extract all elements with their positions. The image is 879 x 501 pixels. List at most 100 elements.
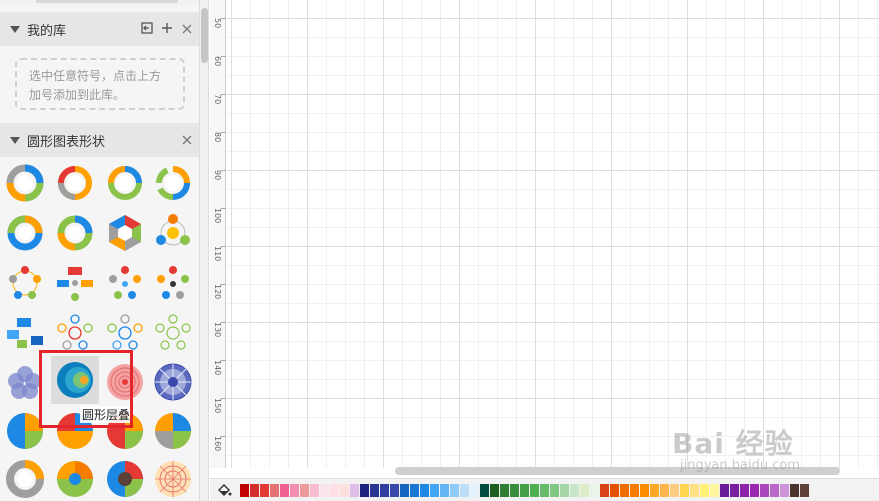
color-swatch[interactable] (520, 483, 529, 497)
block-cycle-shape[interactable] (4, 312, 46, 354)
color-swatch[interactable] (380, 483, 389, 497)
color-swatch[interactable] (510, 483, 519, 497)
horizontal-scrollbar[interactable] (395, 467, 840, 475)
color-swatch[interactable] (270, 483, 279, 497)
paint-bucket-icon[interactable] (216, 482, 232, 498)
color-swatch[interactable] (660, 483, 669, 497)
left-panel-scrollbar[interactable] (200, 0, 209, 501)
outline-node-shape-2[interactable] (104, 312, 146, 354)
circle-ring-shape-3[interactable] (104, 162, 146, 204)
color-swatch[interactable] (310, 483, 319, 497)
color-swatch[interactable] (350, 483, 359, 497)
color-swatch[interactable] (410, 483, 419, 497)
color-swatch[interactable] (450, 483, 459, 497)
color-swatch[interactable] (560, 483, 569, 497)
color-swatch[interactable] (330, 483, 339, 497)
color-swatch[interactable] (740, 483, 749, 497)
color-swatch[interactable] (250, 483, 259, 497)
color-swatch[interactable] (720, 483, 729, 497)
color-swatch[interactable] (470, 483, 479, 497)
color-swatch[interactable] (800, 483, 809, 497)
donut-shape-2[interactable] (54, 458, 96, 500)
ruler-line (221, 322, 226, 323)
circle-node-cycle-shape[interactable] (152, 212, 194, 254)
color-swatch[interactable] (530, 483, 539, 497)
hexagon-cycle-shape[interactable] (104, 212, 146, 254)
color-swatch[interactable] (440, 483, 449, 497)
circle-chart-shapes-header[interactable]: 圆形图表形状 (0, 123, 199, 157)
color-swatch[interactable] (650, 483, 659, 497)
color-swatch[interactable] (710, 483, 719, 497)
circle-ring-shape-1[interactable] (4, 162, 46, 204)
library-drop-area[interactable]: 选中任意符号，点击上方加号添加到此库。 (15, 58, 185, 110)
color-swatch[interactable] (570, 483, 579, 497)
color-swatch[interactable] (640, 483, 649, 497)
color-swatch[interactable] (610, 483, 619, 497)
color-swatch[interactable] (400, 483, 409, 497)
star-node-shape-2[interactable] (54, 262, 96, 304)
flower-venn-shape[interactable] (4, 361, 46, 403)
circle-ring-shape-5[interactable] (4, 212, 46, 254)
color-swatch[interactable] (680, 483, 689, 497)
pie-shape-1[interactable] (4, 410, 46, 452)
color-swatch[interactable] (580, 483, 589, 497)
color-swatch[interactable] (490, 483, 499, 497)
drawing-canvas[interactable] (227, 0, 879, 468)
pie-shape-4[interactable] (152, 410, 194, 452)
color-swatch[interactable] (290, 483, 299, 497)
color-swatch[interactable] (500, 483, 509, 497)
color-swatch[interactable] (430, 483, 439, 497)
search-box-edge[interactable] (36, 0, 178, 3)
circle-ring-shape-4[interactable] (152, 162, 194, 204)
plus-icon[interactable] (160, 22, 174, 36)
collapse-triangle-icon[interactable] (10, 25, 20, 33)
donut-shape-1[interactable] (4, 458, 46, 500)
color-swatch[interactable] (280, 483, 289, 497)
color-swatch[interactable] (420, 483, 429, 497)
import-icon[interactable] (140, 22, 154, 36)
color-swatch[interactable] (700, 483, 709, 497)
concentric-circles-shape[interactable] (104, 361, 146, 403)
star-node-shape-3[interactable] (104, 262, 146, 304)
radial-segments-shape[interactable] (152, 361, 194, 403)
color-swatch[interactable] (690, 483, 699, 497)
color-swatch[interactable] (360, 483, 369, 497)
color-swatch[interactable] (240, 483, 249, 497)
color-swatch[interactable] (370, 483, 379, 497)
outline-node-shape-1[interactable] (54, 312, 96, 354)
color-swatch[interactable] (260, 483, 269, 497)
circle-stack-shape[interactable] (54, 359, 96, 401)
outline-node-shape-3[interactable] (152, 312, 194, 354)
color-swatch[interactable] (670, 483, 679, 497)
ruler-line (221, 208, 226, 209)
close-icon[interactable] (180, 22, 194, 36)
color-swatch[interactable] (460, 483, 469, 497)
circle-ring-shape-2[interactable] (54, 162, 96, 204)
my-library-header[interactable]: 我的库 (0, 12, 199, 46)
color-swatch[interactable] (550, 483, 559, 497)
color-swatch[interactable] (540, 483, 549, 497)
color-swatch[interactable] (320, 483, 329, 497)
color-swatch[interactable] (300, 483, 309, 497)
donut-shape-3[interactable] (104, 458, 146, 500)
color-swatch[interactable] (790, 483, 799, 497)
color-swatch[interactable] (340, 483, 349, 497)
color-swatch[interactable] (730, 483, 739, 497)
color-swatch[interactable] (750, 483, 759, 497)
color-swatch[interactable] (480, 483, 489, 497)
color-swatch[interactable] (770, 483, 779, 497)
color-swatch[interactable] (390, 483, 399, 497)
scrollbar-thumb[interactable] (201, 8, 208, 63)
color-swatch[interactable] (620, 483, 629, 497)
close-icon[interactable] (180, 133, 194, 147)
star-node-shape-1[interactable] (4, 262, 46, 304)
color-swatch[interactable] (780, 483, 789, 497)
radar-shape[interactable] (152, 458, 194, 500)
color-swatch[interactable] (590, 483, 599, 497)
collapse-triangle-icon[interactable] (10, 136, 20, 144)
circle-ring-shape-6[interactable] (54, 212, 96, 254)
color-swatch[interactable] (760, 483, 769, 497)
color-swatch[interactable] (600, 483, 609, 497)
color-swatch[interactable] (630, 483, 639, 497)
star-node-shape-4[interactable] (152, 262, 194, 304)
